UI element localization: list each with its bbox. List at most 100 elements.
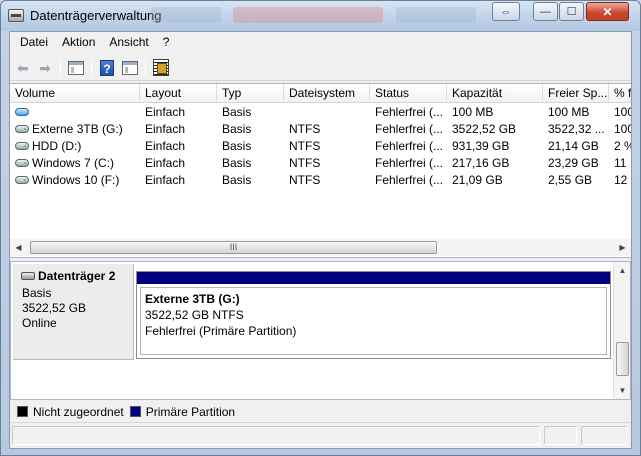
scroll-grip-icon: III [229, 242, 238, 252]
vertical-scroll-thumb[interactable] [616, 342, 629, 376]
show-hide-panel-icon [122, 60, 138, 75]
cell-freier-speicher: 100 MB [548, 105, 590, 119]
title-bar-reflection [233, 7, 383, 23]
scroll-left-icon[interactable]: ◀ [10, 239, 27, 256]
legend-bar: Nicht zugeordnet Primäre Partition [10, 401, 631, 423]
cell-layout: Einfach [145, 156, 186, 170]
forward-button[interactable]: ➡ [35, 58, 55, 77]
table-row[interactable]: HDD (D:) Einfach Basis NTFS Fehlerfrei (… [10, 138, 631, 155]
scroll-up-icon[interactable]: ▲ [614, 262, 630, 279]
scroll-down-icon[interactable]: ▼ [614, 382, 630, 399]
column-header-status[interactable]: Status [370, 84, 447, 103]
client-area: Datei Aktion Ansicht ? ⬅ ➡ ? Volume Layo… [9, 31, 632, 449]
title-bar[interactable]: Datenträgerverwaltung ⇔ — ☐ ✕ [1, 1, 640, 31]
cell-status: Fehlerfrei (... [375, 122, 444, 136]
column-header-freier-speicher[interactable]: Freier Sp... [543, 84, 609, 103]
cell-freier-speicher: 21,14 GB [548, 139, 599, 153]
horizontal-scrollbar[interactable]: ◀ III ▶ [10, 239, 631, 256]
column-header-typ[interactable]: Typ [217, 84, 284, 103]
cell-kapazitaet: 100 MB [452, 105, 494, 119]
disk-management-app-icon[interactable] [8, 9, 24, 22]
disk-size: 3522,52 GB [22, 301, 87, 315]
title-bar-reflection [396, 7, 476, 23]
cell-dateisystem: NTFS [289, 156, 321, 170]
menu-datei[interactable]: Datei [10, 33, 55, 52]
properties-button[interactable] [151, 58, 171, 77]
cell-volume: Externe 3TB (G:) [10, 121, 140, 138]
cell-kapazitaet: 931,39 GB [452, 139, 510, 153]
column-header-dateisystem[interactable]: Dateisystem [284, 84, 370, 103]
drive-icon [15, 175, 29, 184]
column-header-volume[interactable]: Volume [10, 84, 140, 103]
minimize-button[interactable]: — [533, 2, 558, 21]
disk-type: Basis [22, 286, 52, 300]
drive-icon [15, 158, 29, 167]
column-header-layout[interactable]: Layout [140, 84, 217, 103]
cell-freier-speicher: 2,55 GB [548, 173, 593, 187]
back-arrow-icon: ⬅ [17, 59, 29, 76]
scroll-right-icon[interactable]: ▶ [614, 239, 631, 256]
cell-kapazitaet: 21,09 GB [452, 173, 503, 187]
console-tree-icon [68, 60, 84, 75]
toolbar-separator [145, 59, 146, 76]
unallocated-swatch [17, 406, 28, 417]
cell-freier-speicher: 23,29 GB [548, 156, 599, 170]
blue-volume-icon [15, 107, 29, 116]
disk-graphic-view: Datenträger 2 Basis 3522,52 GB Online Ex… [10, 261, 631, 400]
vertical-scrollbar[interactable]: ▲ ▼ [613, 262, 630, 399]
table-row[interactable]: Windows 10 (F:) Einfach Basis NTFS Fehle… [10, 172, 631, 189]
help-icon: ? [100, 59, 114, 76]
cell-typ: Basis [222, 105, 252, 119]
cell-volume: HDD (D:) [10, 138, 140, 155]
cell-status: Fehlerfrei (... [375, 156, 444, 170]
cell-dateisystem: NTFS [289, 139, 321, 153]
cell-prozent-frei: 2 % [614, 139, 631, 153]
toolbar-separator [60, 59, 61, 76]
menu-help[interactable]: ? [156, 33, 177, 52]
menu-bar: Datei Aktion Ansicht ? [10, 32, 631, 53]
status-bar-segment [544, 426, 577, 445]
close-button[interactable]: ✕ [586, 2, 629, 21]
cell-typ: Basis [222, 156, 252, 170]
status-bar [10, 424, 631, 448]
legend-primary-partition: Primäre Partition [145, 404, 236, 419]
volume-list: Volume Layout Typ Dateisystem Status Kap… [10, 83, 631, 258]
cell-volume: Windows 10 (F:) [10, 172, 140, 189]
cell-dateisystem: NTFS [289, 173, 321, 187]
cell-prozent-frei: 11 [614, 156, 627, 170]
column-header-prozent-frei[interactable]: % f [609, 84, 631, 103]
minimize-icon: — [540, 5, 551, 18]
table-row[interactable]: Einfach Basis Fehlerfrei (... 100 MB 100… [10, 104, 631, 121]
status-bar-segment [12, 426, 540, 445]
legend-unallocated: Nicht zugeordnet [33, 404, 124, 419]
console-tree-button[interactable] [66, 58, 86, 77]
table-row[interactable]: Externe 3TB (G:) Einfach Basis NTFS Fehl… [10, 121, 631, 138]
show-hide-panel-button[interactable] [120, 58, 140, 77]
cell-dateisystem [284, 104, 370, 121]
partition-block[interactable]: Externe 3TB (G:) 3522,52 GB NTFS Fehlerf… [136, 271, 611, 359]
cell-volume: Windows 7 (C:) [10, 155, 140, 172]
partition-name: Externe 3TB (G:) [145, 292, 240, 306]
menu-aktion[interactable]: Aktion [55, 33, 102, 52]
table-row[interactable]: Windows 7 (C:) Einfach Basis NTFS Fehler… [10, 155, 631, 172]
close-icon: ✕ [602, 4, 613, 19]
restore-layout-button[interactable]: ⇔ [492, 2, 520, 21]
menu-ansicht[interactable]: Ansicht [102, 33, 155, 52]
cell-volume [10, 104, 140, 121]
disk-info-panel[interactable]: Datenträger 2 Basis 3522,52 GB Online [13, 264, 134, 360]
cell-prozent-frei: 100 [614, 122, 631, 136]
cell-status: Fehlerfrei (... [375, 105, 444, 119]
maximize-button[interactable]: ☐ [559, 2, 584, 21]
horizontal-scroll-thumb[interactable]: III [30, 241, 437, 254]
disk-name: Datenträger 2 [21, 269, 115, 283]
back-button[interactable]: ⬅ [13, 58, 33, 77]
drive-icon [15, 124, 29, 133]
cell-layout: Einfach [145, 105, 186, 119]
column-header-kapazitaet[interactable]: Kapazität [447, 84, 543, 103]
primary-partition-swatch [129, 406, 141, 417]
partition-status: Fehlerfrei (Primäre Partition) [145, 324, 297, 338]
cell-typ: Basis [222, 122, 252, 136]
cell-status: Fehlerfrei (... [375, 139, 444, 153]
help-button[interactable]: ? [97, 58, 117, 77]
volume-list-header: Volume Layout Typ Dateisystem Status Kap… [10, 84, 631, 103]
